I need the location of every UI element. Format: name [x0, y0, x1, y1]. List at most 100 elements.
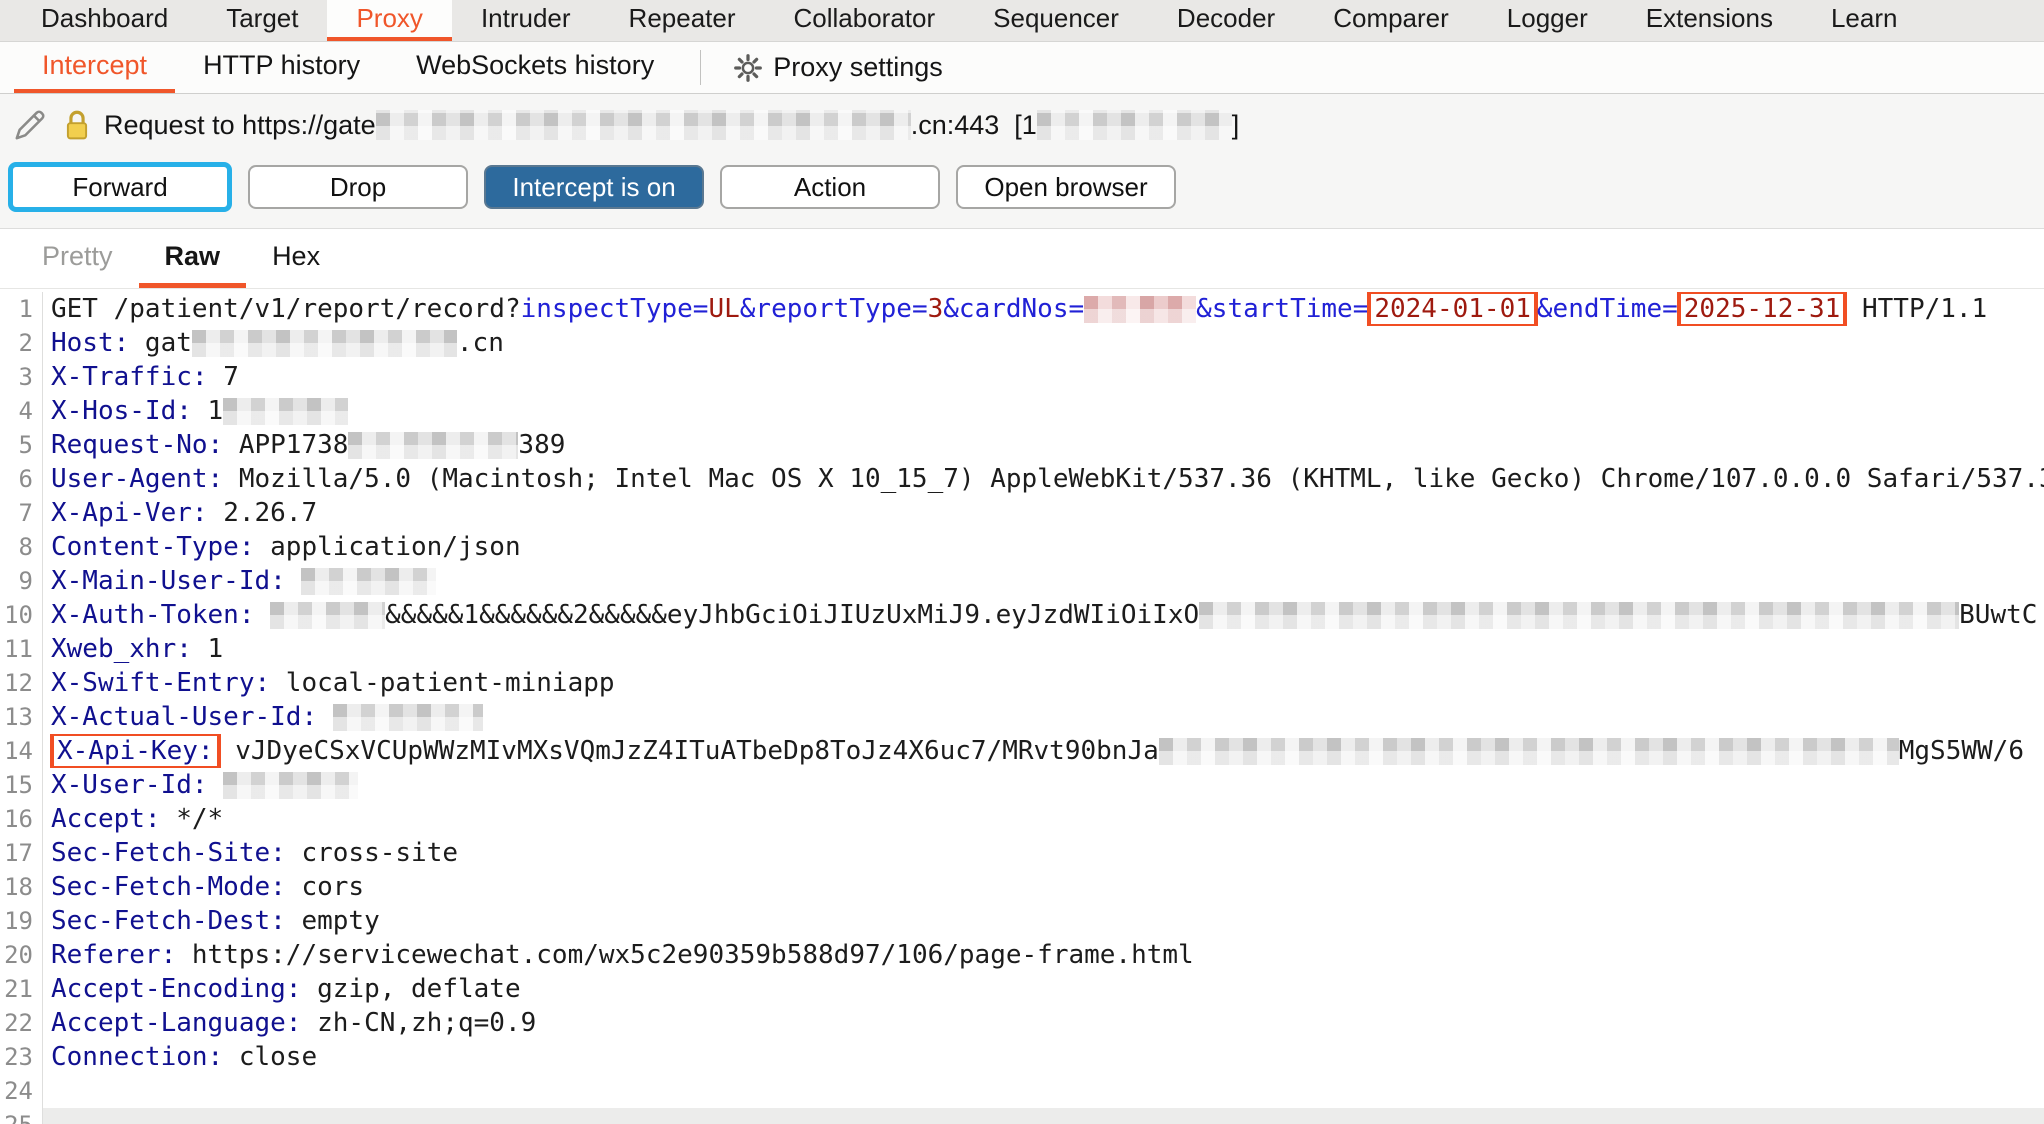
code-text: Host: — [51, 328, 129, 358]
code-text: X-Auth-Token: — [51, 600, 255, 630]
line-content: Sec-Fetch-Site: cross-site — [42, 836, 2044, 870]
annotated-text: 2025-12-31 — [1684, 294, 1841, 324]
request-line: 13X-Actual-User-Id: — [0, 700, 2044, 734]
menu-tab-proxy[interactable]: Proxy — [327, 0, 451, 41]
code-text: .cn — [457, 328, 504, 358]
annotation-box: 2024-01-01 — [1367, 292, 1538, 326]
banner-host-tail: .cn:443 [1 — [911, 110, 1037, 141]
redacted-text — [1159, 738, 1899, 765]
request-line: 24 — [0, 1074, 2044, 1108]
code-text — [208, 770, 224, 800]
code-text: gat — [129, 328, 192, 358]
line-number: 8 — [0, 530, 42, 564]
request-line: 23Connection: close — [0, 1040, 2044, 1074]
code-text: Sec-Fetch-Site: — [51, 838, 286, 868]
tab-pretty[interactable]: Pretty — [16, 229, 139, 288]
code-text: X-User-Id: — [51, 770, 208, 800]
code-text: &reportType= — [740, 294, 928, 324]
line-content: X-Actual-User-Id: — [42, 700, 2044, 734]
subtabs-divider — [700, 50, 701, 85]
line-number: 15 — [0, 768, 42, 802]
menu-tab-decoder[interactable]: Decoder — [1148, 0, 1304, 41]
menu-tab-learn[interactable]: Learn — [1802, 0, 1927, 41]
code-text: X-Api-Ver: — [51, 498, 208, 528]
menu-tab-extensions[interactable]: Extensions — [1617, 0, 1802, 41]
code-text: close — [223, 1042, 317, 1072]
request-line: 22Accept-Language: zh-CN,zh;q=0.9 — [0, 1006, 2044, 1040]
proxy-settings-button[interactable]: Proxy settings — [719, 42, 957, 93]
menu-tab-dashboard[interactable]: Dashboard — [12, 0, 197, 41]
gear-icon — [733, 53, 763, 83]
subtab-intercept[interactable]: Intercept — [14, 42, 175, 93]
line-number: 22 — [0, 1006, 42, 1040]
menu-tab-comparer[interactable]: Comparer — [1304, 0, 1478, 41]
line-content — [42, 1074, 2044, 1108]
line-number: 16 — [0, 802, 42, 836]
line-content: Content-Type: application/json — [42, 530, 2044, 564]
code-text: gzip, deflate — [301, 974, 520, 1004]
line-number: 13 — [0, 700, 42, 734]
line-number: 25 — [0, 1108, 42, 1124]
menu-tab-repeater[interactable]: Repeater — [600, 0, 765, 41]
redacted-text — [270, 602, 385, 629]
code-text: &startTime= — [1196, 294, 1368, 324]
drop-button[interactable]: Drop — [248, 165, 468, 209]
request-line: 12X-Swift-Entry: local-patient-miniapp — [0, 666, 2044, 700]
menu-tab-logger[interactable]: Logger — [1478, 0, 1617, 41]
action-button[interactable]: Action — [720, 165, 940, 209]
redacted-text — [223, 772, 358, 799]
code-text: X-Hos-Id: — [51, 396, 192, 426]
request-line: 17Sec-Fetch-Site: cross-site — [0, 836, 2044, 870]
line-content: X-Swift-Entry: local-patient-miniapp — [42, 666, 2044, 700]
code-text: local-patient-miniapp — [270, 668, 614, 698]
line-number: 24 — [0, 1074, 42, 1108]
line-number: 6 — [0, 462, 42, 496]
line-content: Xweb_xhr: 1 — [42, 632, 2044, 666]
code-text: X-Swift-Entry: — [51, 668, 270, 698]
request-line: 4X-Hos-Id: 1 — [0, 394, 2044, 428]
code-text: Request-No: — [51, 430, 223, 460]
tab-hex[interactable]: Hex — [246, 229, 346, 288]
edit-pencil-icon[interactable] — [12, 107, 48, 143]
line-content: X-Auth-Token: &&&&&1&&&&&&2&&&&&eyJhbGci… — [42, 598, 2044, 632]
line-content: User-Agent: Mozilla/5.0 (Macintosh; Inte… — [42, 462, 2044, 496]
line-number: 2 — [0, 326, 42, 360]
menu-tab-target[interactable]: Target — [197, 0, 327, 41]
line-content: X-Main-User-Id: — [42, 564, 2044, 598]
line-content: X-Hos-Id: 1 — [42, 394, 2044, 428]
menu-tab-intruder[interactable]: Intruder — [452, 0, 600, 41]
line-content: Host: gat .cn — [42, 326, 2044, 360]
proxy-settings-label: Proxy settings — [773, 52, 943, 83]
redacted-host — [376, 110, 911, 140]
request-editor-lines: 1GET /patient/v1/report/record?inspectTy… — [0, 292, 2044, 1124]
request-line: 10X-Auth-Token: &&&&&1&&&&&&2&&&&&eyJhbG… — [0, 598, 2044, 632]
request-line: 19Sec-Fetch-Dest: empty — [0, 904, 2044, 938]
intercept-toggle-button[interactable]: Intercept is on — [484, 165, 704, 209]
code-text: Content-Type: — [51, 532, 255, 562]
line-content: X-Api-Key: vJDyeCSxVCUpWWzMIvMXsVQmJzZ4I… — [42, 734, 2044, 768]
code-text: X-Traffic: — [51, 362, 208, 392]
code-text: Accept: — [51, 804, 161, 834]
line-number: 11 — [0, 632, 42, 666]
annotation-box: 2025-12-31 — [1677, 292, 1848, 326]
code-text: UL — [708, 294, 739, 324]
open-browser-button[interactable]: Open browser — [956, 165, 1176, 209]
request-editor[interactable]: 1GET /patient/v1/report/record?inspectTy… — [0, 289, 2044, 1124]
code-text: &cardNos= — [943, 294, 1084, 324]
code-text: &&&&&1&&&&&&2&&&&&eyJhbGciOiJIUzUxMiJ9.e… — [385, 600, 1199, 630]
line-number: 20 — [0, 938, 42, 972]
menu-tab-sequencer[interactable]: Sequencer — [964, 0, 1148, 41]
line-content: Referer: https://servicewechat.com/wx5c2… — [42, 938, 2044, 972]
request-line: 1GET /patient/v1/report/record?inspectTy… — [0, 292, 2044, 326]
redacted-text — [301, 568, 436, 595]
subtab-http-history[interactable]: HTTP history — [175, 42, 388, 93]
subtab-websockets-history[interactable]: WebSockets history — [388, 42, 682, 93]
forward-button[interactable]: Forward — [8, 162, 232, 212]
menu-tab-collaborator[interactable]: Collaborator — [765, 0, 965, 41]
request-line: 9X-Main-User-Id: — [0, 564, 2044, 598]
code-text: application/json — [255, 532, 521, 562]
request-line: 25 — [0, 1108, 2044, 1124]
main-menubar: Dashboard Target Proxy Intruder Repeater… — [0, 0, 2044, 42]
line-number: 10 — [0, 598, 42, 632]
tab-raw[interactable]: Raw — [139, 229, 247, 288]
